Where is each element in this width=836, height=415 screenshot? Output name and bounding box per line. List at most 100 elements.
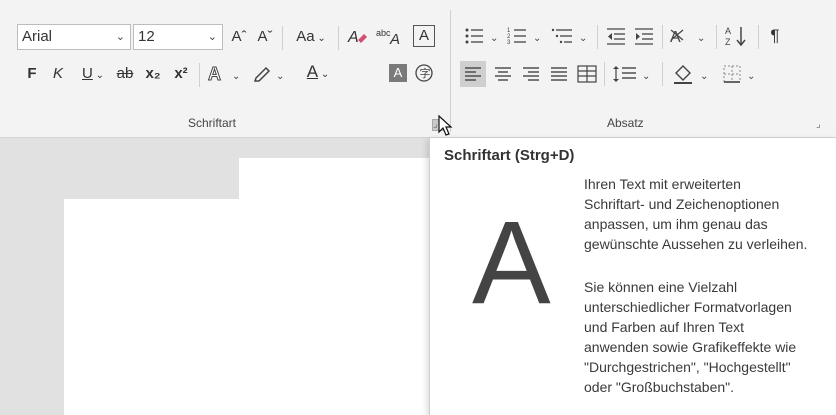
text-effects-icon: abc A xyxy=(376,28,400,48)
tooltip-line: Ihren Text mit erweiterten xyxy=(584,176,741,192)
tooltip-line: anpassen, um ihm genau das xyxy=(584,216,768,232)
separator xyxy=(199,63,200,87)
font-color-icon: A xyxy=(306,62,319,81)
chevron-down-icon[interactable]: ⌄ xyxy=(116,25,125,49)
grow-font-button[interactable]: Aˆ xyxy=(228,27,250,47)
svg-text:abc: abc xyxy=(376,28,391,38)
bold-button[interactable]: F xyxy=(24,64,40,84)
document-page-margin[interactable] xyxy=(64,199,240,415)
distributed-button[interactable] xyxy=(574,61,600,93)
highlight-color-button[interactable]: ⌄ xyxy=(251,62,293,90)
superscript-icon: x² xyxy=(174,65,188,82)
character-border-icon: A xyxy=(418,27,429,44)
enclose-characters-icon: 字 xyxy=(415,64,433,82)
change-case-button[interactable]: Aa ⌄ xyxy=(290,27,332,49)
italic-button[interactable]: K xyxy=(50,64,66,84)
font-color-button[interactable]: A ⌄ xyxy=(296,62,340,85)
sort-icon: AZ xyxy=(725,26,746,47)
tooltip-line: "Durchgestrichen", "Hochgestellt" xyxy=(584,359,791,375)
chevron-down-icon: ⌄ xyxy=(318,69,330,80)
line-spacing-icon: ⌄ xyxy=(613,66,650,82)
font-family-value: Arial xyxy=(22,28,53,45)
svg-text:⌄: ⌄ xyxy=(490,33,498,44)
chevron-down-icon: ⌄ xyxy=(314,33,326,44)
subscript-button[interactable]: x₂ xyxy=(140,64,166,84)
clear-formatting-button[interactable]: A xyxy=(345,26,371,52)
separator xyxy=(597,25,598,49)
grow-font-icon: Aˆ xyxy=(231,28,247,45)
tooltip-line: Sie können eine Vielzahl xyxy=(584,279,738,295)
subscript-icon: x₂ xyxy=(145,65,161,82)
separator xyxy=(716,25,717,49)
text-effects-button[interactable]: A ⌄ xyxy=(205,62,249,90)
tooltip-paragraph-1: Ihren Text mit erweiterten Schriftart- u… xyxy=(584,174,836,254)
tooltip-line: und Farben auf Ihren Text xyxy=(584,319,745,335)
paragraph-dialog-launcher-icon[interactable]: ⌟ xyxy=(816,120,826,130)
enclose-characters-button[interactable]: 字 xyxy=(413,62,435,90)
paragraph-group-label: Absatz xyxy=(607,116,644,130)
font-group-label: Schriftart xyxy=(188,116,237,130)
font-dialog-tooltip: Schriftart (Strg+D) A Ihren Text mit erw… xyxy=(429,138,836,415)
asian-layout-button[interactable]: A ⌄ xyxy=(668,24,710,54)
svg-text:⌄: ⌄ xyxy=(533,33,541,44)
svg-text:⌄: ⌄ xyxy=(747,71,755,82)
borders-icon: ⌄ xyxy=(723,65,755,83)
tooltip-line: anwenden sowie Grafikeffekte wie xyxy=(584,339,797,355)
show-formatting-marks-button[interactable]: ¶ xyxy=(762,26,788,46)
numbering-icon: 123 ⌄ xyxy=(507,28,541,46)
font-family-combobox[interactable]: Arial ⌄ xyxy=(17,24,131,50)
svg-text:Z: Z xyxy=(725,37,731,47)
ribbon: Arial ⌄ 12 ⌄ Aˆ Aˇ Aa ⌄ A abc A A F K U ⌄… xyxy=(0,0,836,138)
shading-button[interactable]: ⌄ xyxy=(670,61,716,93)
svg-text:⌄: ⌄ xyxy=(700,71,708,82)
increase-indent-button[interactable] xyxy=(632,25,656,53)
numbering-button[interactable]: 1 2 3 ⌄ xyxy=(506,25,546,53)
shrink-font-icon: Aˇ xyxy=(257,28,273,45)
superscript-button[interactable]: x² xyxy=(168,64,194,84)
change-case-icon: Aa xyxy=(296,28,315,45)
character-shading-icon: A xyxy=(393,65,403,80)
distributed-icon xyxy=(577,65,597,83)
font-preview-icon: A xyxy=(472,197,551,329)
separator xyxy=(282,26,283,50)
borders-button[interactable]: ⌄ xyxy=(720,61,766,93)
chevron-down-icon[interactable]: ⌄ xyxy=(208,25,217,49)
decrease-indent-button[interactable] xyxy=(604,25,628,53)
font-size-combobox[interactable]: 12 ⌄ xyxy=(133,24,223,50)
bold-icon: F xyxy=(27,65,37,82)
align-center-button[interactable] xyxy=(490,61,516,93)
separator xyxy=(758,25,759,49)
svg-text:⌄: ⌄ xyxy=(579,33,587,44)
svg-text:3: 3 xyxy=(507,40,511,46)
document-page[interactable] xyxy=(239,158,429,415)
align-right-button[interactable] xyxy=(518,61,544,93)
character-shading-button[interactable]: A xyxy=(389,64,407,82)
svg-text:A: A xyxy=(347,29,359,46)
svg-text:⌄: ⌄ xyxy=(642,71,650,82)
decrease-indent-icon xyxy=(607,28,625,45)
svg-text:⌄: ⌄ xyxy=(697,33,705,44)
tooltip-line: oder "Großbuchstaben". xyxy=(584,379,735,395)
line-spacing-button[interactable]: ⌄ xyxy=(610,61,656,93)
justify-icon xyxy=(551,67,567,81)
asian-layout-icon: A ⌄ xyxy=(670,29,705,46)
multilevel-list-button[interactable]: ⌄ xyxy=(550,25,592,53)
underline-icon: U xyxy=(81,65,93,82)
strikethrough-button[interactable]: ab xyxy=(114,64,136,84)
sort-button[interactable]: AZ xyxy=(722,24,752,54)
bullets-button[interactable]: ⌄ xyxy=(463,25,503,53)
shrink-font-button[interactable]: Aˇ xyxy=(254,27,276,47)
tooltip-line: gewünschte Aussehen zu verleihen. xyxy=(584,236,808,252)
align-left-icon xyxy=(465,67,481,81)
character-border-button[interactable]: A xyxy=(413,25,435,47)
tooltip-line: unterschiedlicher Formatvorlagen xyxy=(584,299,792,315)
text-outline-effect-icon: A ⌄ xyxy=(208,64,241,85)
highlighter-icon: ⌄ xyxy=(253,66,284,82)
align-right-icon xyxy=(523,67,539,81)
text-effects-menu-button[interactable]: abc A xyxy=(375,26,409,52)
underline-button[interactable]: U ⌄ xyxy=(76,64,110,86)
align-left-button[interactable] xyxy=(460,61,486,87)
tooltip-title: Schriftart (Strg+D) xyxy=(444,147,575,164)
svg-text:A: A xyxy=(208,64,221,84)
justify-button[interactable] xyxy=(546,61,572,93)
